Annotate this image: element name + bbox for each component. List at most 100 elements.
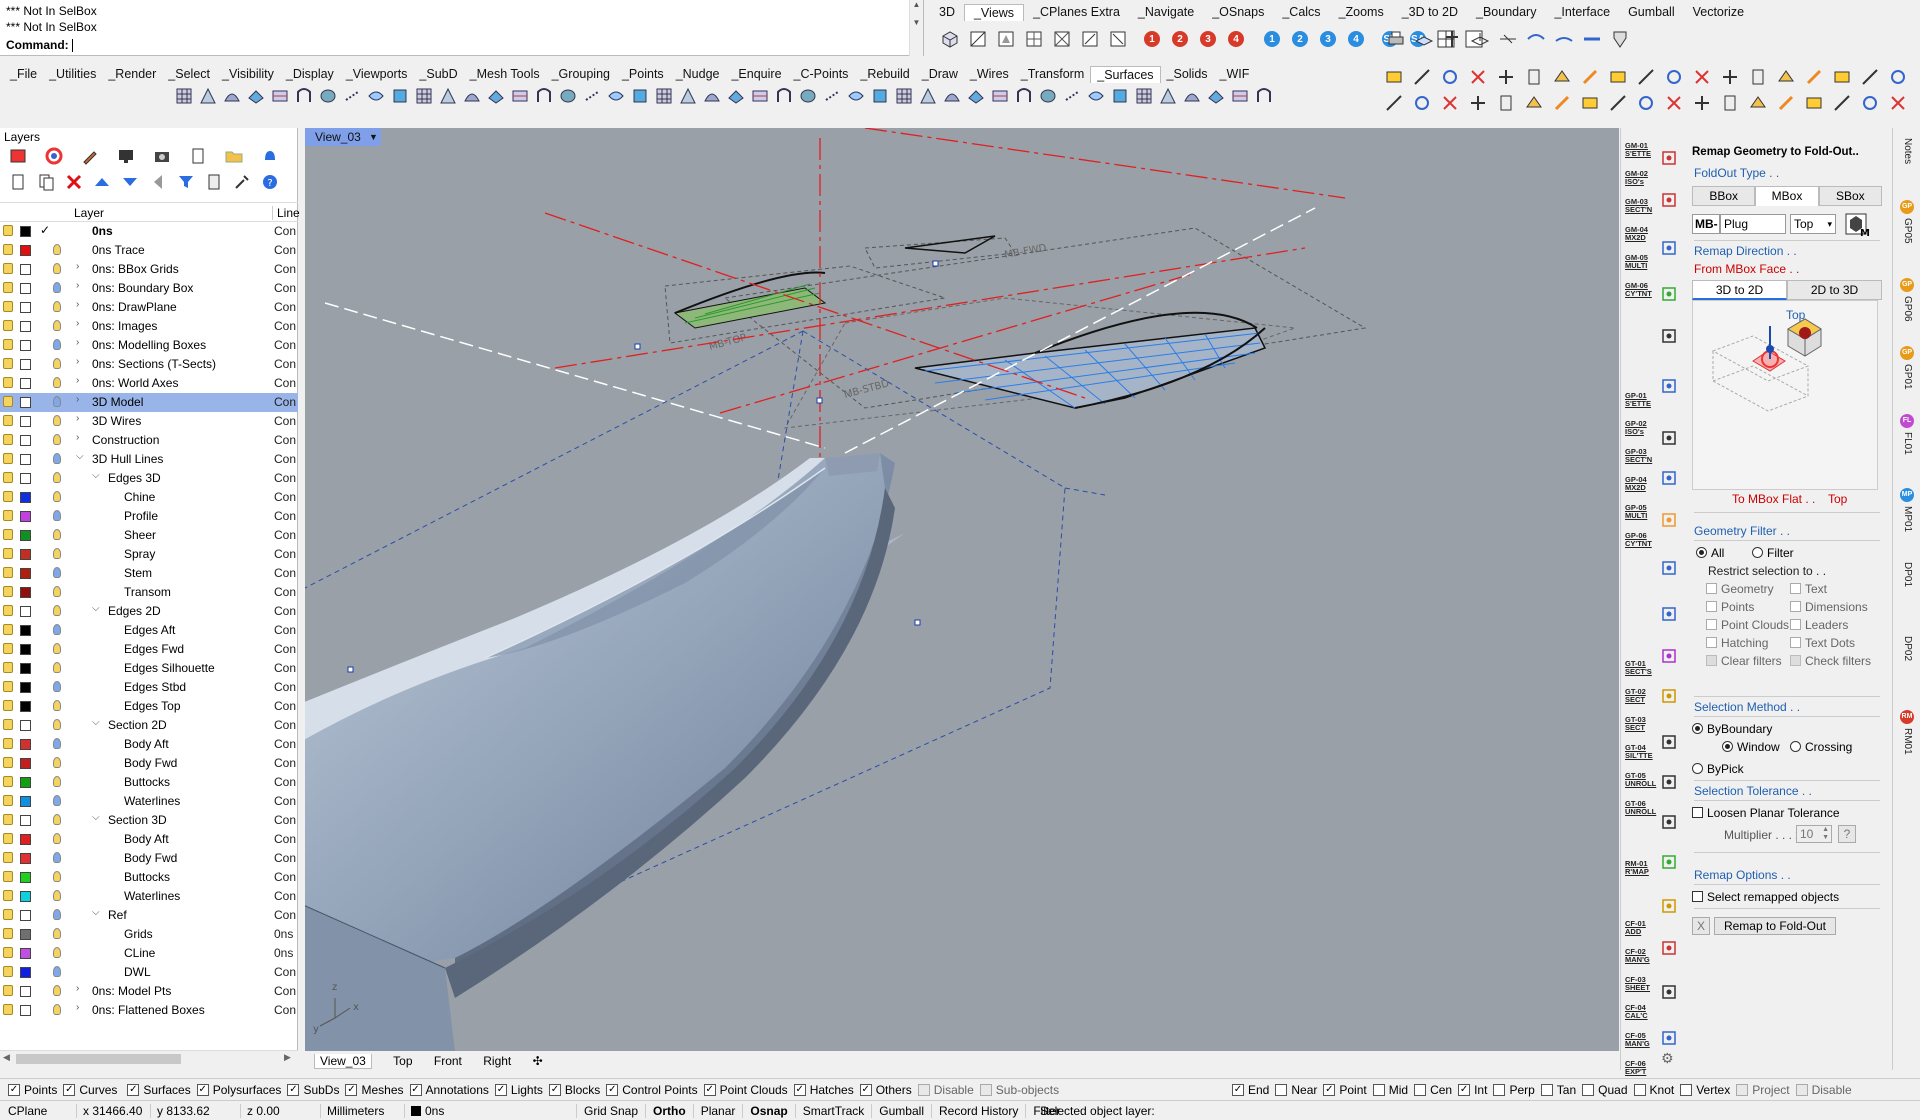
layer-linetype[interactable]: Con bbox=[274, 680, 296, 694]
tab-zooms[interactable]: _Zooms bbox=[1330, 4, 1393, 21]
layer-row[interactable]: Stem Con bbox=[0, 564, 298, 583]
side-tab-gp05[interactable]: GP05 bbox=[1902, 218, 1913, 244]
direction-tab-2d-to-3d[interactable]: 2D to 3D bbox=[1787, 280, 1882, 300]
surface-tool-icon[interactable] bbox=[941, 85, 963, 107]
tool-icon[interactable] bbox=[1495, 92, 1517, 114]
layer-color-swatch[interactable] bbox=[20, 625, 31, 636]
chevron-right-icon[interactable]: › bbox=[76, 280, 79, 291]
tool-icon[interactable] bbox=[1635, 66, 1657, 88]
strip-tool-icon[interactable] bbox=[1661, 192, 1677, 208]
cplane-icon[interactable] bbox=[1413, 28, 1435, 50]
tool-icon[interactable] bbox=[1719, 66, 1741, 88]
toggle-smarttrack[interactable]: SmartTrack bbox=[794, 1104, 872, 1118]
strip-tool-icon[interactable] bbox=[1661, 734, 1677, 750]
layer-row[interactable]: › 0ns: Images Con bbox=[0, 317, 298, 336]
visibility-bulb-icon[interactable] bbox=[53, 548, 61, 559]
layer-color-swatch[interactable] bbox=[20, 739, 31, 750]
tool-icon[interactable] bbox=[1607, 92, 1629, 114]
tab-nudge[interactable]: _Nudge bbox=[670, 66, 726, 83]
layer-color-swatch[interactable] bbox=[20, 701, 31, 712]
layer-row[interactable]: Buttocks Con bbox=[0, 773, 298, 792]
filter-blocks[interactable]: ✓ Blocks bbox=[548, 1083, 600, 1097]
cplane-icon[interactable] bbox=[1469, 28, 1491, 50]
move-left-icon[interactable] bbox=[147, 171, 169, 193]
filter-cen[interactable]: Cen bbox=[1414, 1083, 1452, 1097]
visibility-bulb-icon[interactable] bbox=[53, 928, 61, 939]
lock-icon[interactable] bbox=[3, 605, 13, 616]
bell-icon[interactable] bbox=[259, 145, 281, 167]
visibility-bulb-icon[interactable] bbox=[53, 681, 61, 692]
layer-row[interactable]: Waterlines Con bbox=[0, 887, 298, 906]
cplane-icon[interactable] bbox=[1441, 28, 1463, 50]
chevron-right-icon[interactable]: › bbox=[76, 983, 79, 994]
filter-mid[interactable]: Mid bbox=[1372, 1083, 1408, 1097]
cplane-icon[interactable] bbox=[1553, 28, 1575, 50]
lock-icon[interactable] bbox=[3, 339, 13, 350]
lock-icon[interactable] bbox=[3, 833, 13, 844]
surface-tool-icon[interactable] bbox=[869, 85, 891, 107]
lock-icon[interactable] bbox=[3, 757, 13, 768]
layer-linetype[interactable]: Con bbox=[274, 756, 296, 770]
tool-icon[interactable] bbox=[1551, 66, 1573, 88]
visibility-bulb-icon[interactable] bbox=[53, 700, 61, 711]
tool-icon[interactable] bbox=[1887, 92, 1909, 114]
tool-gp-04[interactable]: GP-04 MX2D bbox=[1625, 476, 1651, 492]
delete-icon[interactable] bbox=[63, 171, 85, 193]
visibility-bulb-icon[interactable] bbox=[53, 833, 61, 844]
tool-icon[interactable] bbox=[1635, 92, 1657, 114]
layer-column-header[interactable]: Layer bbox=[74, 206, 104, 220]
filter-option-clear-filters[interactable]: Clear filters bbox=[1706, 654, 1782, 668]
tool-gt-02[interactable]: GT-02 SECT bbox=[1625, 688, 1651, 704]
lock-icon[interactable] bbox=[3, 510, 13, 521]
visibility-bulb-icon[interactable] bbox=[53, 358, 61, 369]
layer-color-swatch[interactable] bbox=[20, 796, 31, 807]
strip-tool-icon[interactable] bbox=[1661, 854, 1677, 870]
visibility-bulb-icon[interactable] bbox=[53, 738, 61, 749]
surface-tool-icon[interactable] bbox=[557, 85, 579, 107]
layer-linetype[interactable]: Con bbox=[274, 509, 296, 523]
layer-color-swatch[interactable] bbox=[20, 815, 31, 826]
tool-icon[interactable] bbox=[1775, 92, 1797, 114]
layers-hscrollbar[interactable]: ◀ ▶ bbox=[0, 1050, 298, 1066]
tool-cf-03[interactable]: CF-03 SHEET bbox=[1625, 976, 1651, 992]
chevron-right-icon[interactable]: › bbox=[76, 337, 79, 348]
visibility-bulb-icon[interactable] bbox=[53, 852, 61, 863]
layer-color-swatch[interactable] bbox=[20, 1005, 31, 1016]
lock-icon[interactable] bbox=[3, 453, 13, 464]
toggle-gumball[interactable]: Gumball bbox=[871, 1104, 931, 1118]
layer-row[interactable]: Buttocks Con bbox=[0, 868, 298, 887]
layer-color-swatch[interactable] bbox=[20, 777, 31, 788]
tool-icon[interactable] bbox=[1523, 66, 1545, 88]
layer-row[interactable]: › 0ns: World Axes Con bbox=[0, 374, 298, 393]
tool-icon[interactable] bbox=[1887, 66, 1909, 88]
layer-linetype[interactable]: Con bbox=[274, 889, 296, 903]
layer-row[interactable]: Edges Fwd Con bbox=[0, 640, 298, 659]
lock-icon[interactable] bbox=[3, 567, 13, 578]
tab-front[interactable]: Front bbox=[434, 1054, 462, 1068]
lock-icon[interactable] bbox=[3, 852, 13, 863]
visibility-bulb-icon[interactable] bbox=[53, 871, 61, 882]
surface-tool-icon[interactable] bbox=[1229, 85, 1251, 107]
visibility-bulb-icon[interactable] bbox=[53, 282, 61, 293]
tab-rebuild[interactable]: _Rebuild bbox=[854, 66, 915, 83]
lock-icon[interactable] bbox=[3, 624, 13, 635]
page-icon[interactable] bbox=[203, 171, 225, 193]
visibility-bulb-icon[interactable] bbox=[53, 377, 61, 388]
tool-cf-05[interactable]: CF-05 MAN'G bbox=[1625, 1032, 1651, 1048]
tool-icon[interactable] bbox=[1691, 66, 1713, 88]
new-layer-icon[interactable] bbox=[7, 171, 29, 193]
tab-views[interactable]: _Views bbox=[963, 4, 1025, 21]
foldout-tab-mbox[interactable]: MBox bbox=[1755, 186, 1819, 206]
layer-color-swatch[interactable] bbox=[20, 948, 31, 959]
visibility-bulb-icon[interactable] bbox=[53, 662, 61, 673]
surface-tool-icon[interactable] bbox=[1061, 85, 1083, 107]
filter-hatches[interactable]: ✓ Hatches bbox=[793, 1083, 854, 1097]
layer-color-swatch[interactable] bbox=[20, 606, 31, 617]
visibility-bulb-icon[interactable] bbox=[53, 890, 61, 901]
strip-tool-icon[interactable] bbox=[1661, 648, 1677, 664]
tab-osnaps[interactable]: _OSnaps bbox=[1203, 4, 1273, 21]
visibility-bulb-icon[interactable] bbox=[53, 985, 61, 996]
layer-color-swatch[interactable] bbox=[20, 378, 31, 389]
layer-row[interactable]: › 0ns: DrawPlane Con bbox=[0, 298, 298, 317]
tool-gm-05[interactable]: GM-05 MULTI bbox=[1625, 254, 1651, 270]
